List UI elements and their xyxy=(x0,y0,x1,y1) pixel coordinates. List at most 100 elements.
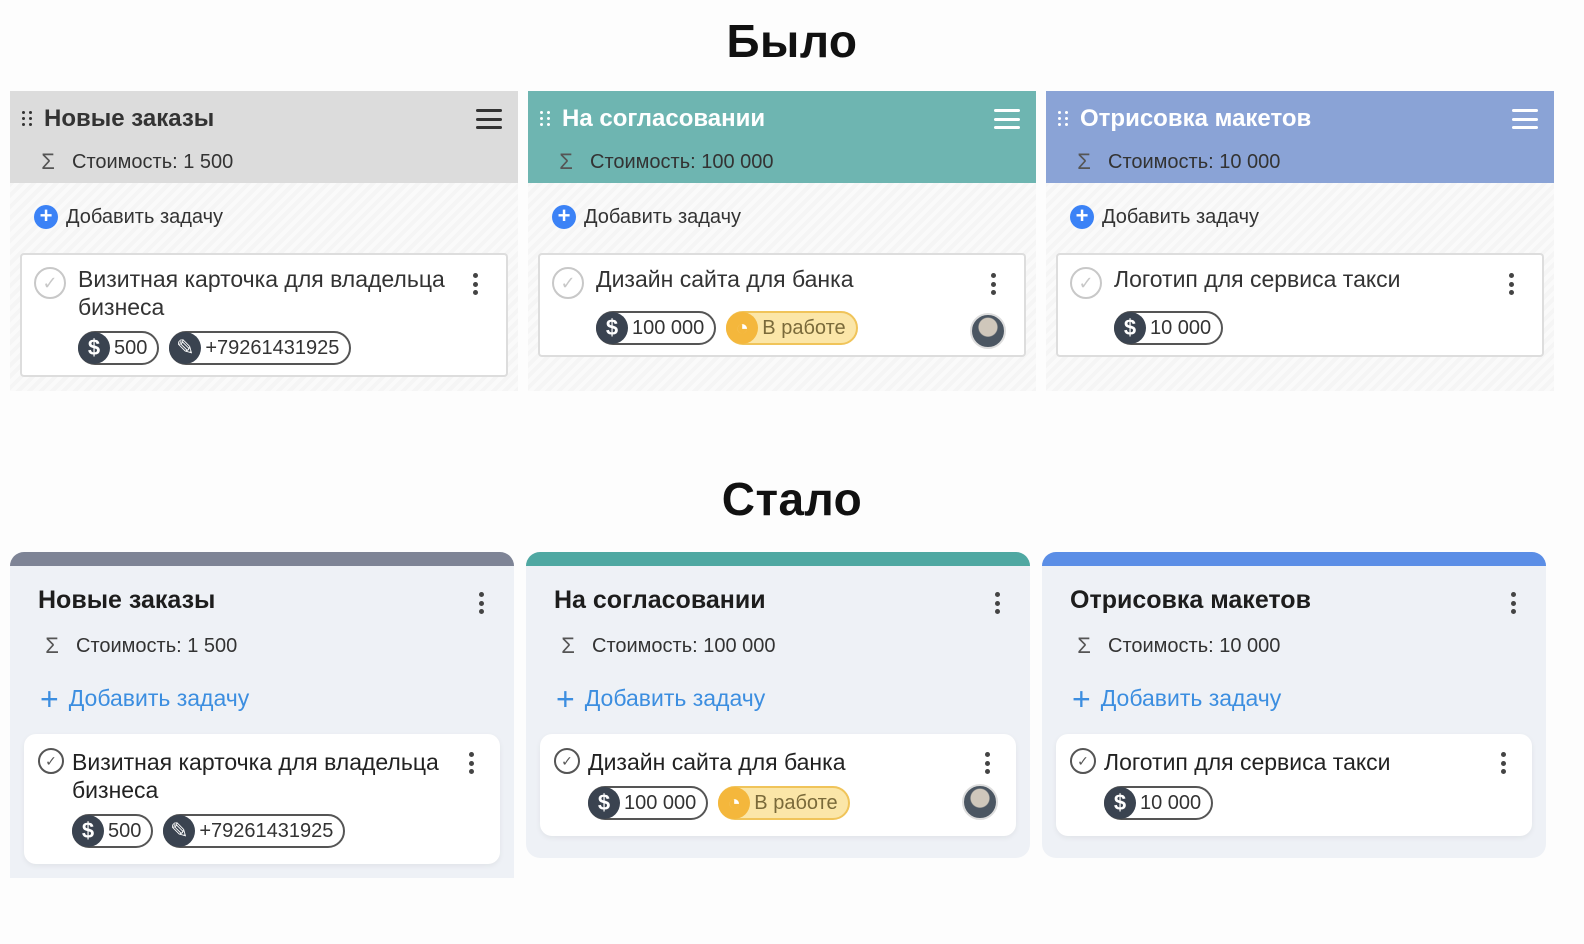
column-title[interactable]: Новые заказы xyxy=(38,586,488,615)
column-header[interactable]: На согласовании Σ Стоимость: 100 000 xyxy=(528,91,1036,183)
task-title: Логотип для сервиса такси xyxy=(1104,749,1391,775)
avatar[interactable] xyxy=(970,313,1006,349)
plus-icon: + xyxy=(34,205,58,229)
plus-icon: + xyxy=(1072,680,1091,717)
sigma-icon: Σ xyxy=(559,149,573,174)
avatar[interactable] xyxy=(962,784,998,820)
column-title[interactable]: На согласовании xyxy=(554,586,1004,615)
add-task-label: Добавить задачу xyxy=(68,685,250,711)
check-icon[interactable]: ✓ xyxy=(34,267,66,299)
plus-icon: + xyxy=(1070,205,1094,229)
sigma-icon: Σ xyxy=(45,633,59,658)
check-icon[interactable]: ✓ xyxy=(1070,748,1096,774)
column-sum: Стоимость: 100 000 xyxy=(592,634,776,657)
before-column-approval: На согласовании Σ Стоимость: 100 000 + До… xyxy=(528,91,1036,391)
dollar-icon: $ xyxy=(72,815,104,847)
price-value: 500 xyxy=(108,819,142,842)
check-icon[interactable]: ✓ xyxy=(1070,267,1102,299)
column-header[interactable]: Новые заказы Σ Стоимость: 1 500 xyxy=(10,91,518,183)
phone-pill[interactable]: ✎ +79261431925 xyxy=(169,331,352,365)
price-pill[interactable]: $10 000 xyxy=(1114,311,1224,345)
task-card[interactable]: ✓ Дизайн сайта для банка $100 000 ◔ В раб… xyxy=(538,253,1026,357)
status-pill[interactable]: ◔ В работе xyxy=(718,786,850,820)
check-icon[interactable]: ✓ xyxy=(552,267,584,299)
plus-icon: + xyxy=(556,680,575,717)
drag-handle-icon[interactable] xyxy=(1058,110,1072,128)
task-card[interactable]: ✓ Логотип для сервиса такси $10 000 xyxy=(1056,253,1544,357)
task-title: Визитная карточка для владельца бизнеса xyxy=(78,266,445,320)
column-sum: Стоимость: 100 000 xyxy=(590,150,774,173)
kebab-icon[interactable] xyxy=(472,273,478,295)
status-pill[interactable]: ◔ В работе xyxy=(726,311,858,345)
sigma-icon: Σ xyxy=(41,149,55,174)
add-task-button[interactable]: + Добавить задачу xyxy=(554,680,1004,717)
add-task-label: Добавить задачу xyxy=(1100,685,1282,711)
column-sum: Стоимость: 1 500 xyxy=(72,150,234,173)
pin-icon: ✎ xyxy=(163,815,196,847)
price-value: 10 000 xyxy=(1150,316,1212,339)
after-column-mockups: Отрисовка макетов Σ Стоимость: 10 000 + До… xyxy=(1042,552,1546,858)
check-icon[interactable]: ✓ xyxy=(554,748,580,774)
add-task-button[interactable]: + Добавить задачу xyxy=(1070,680,1520,717)
column-title: Отрисовка макетов xyxy=(1080,105,1312,132)
task-title: Визитная карточка для владельца бизнеса xyxy=(72,749,439,803)
add-task-button[interactable]: + Добавить задачу xyxy=(10,183,518,229)
task-title: Дизайн сайта для банка xyxy=(588,749,846,775)
pin-icon: ✎ xyxy=(169,332,202,364)
hamburger-icon[interactable] xyxy=(476,109,502,129)
before-column-new-orders: Новые заказы Σ Стоимость: 1 500 + Добавит… xyxy=(10,91,518,391)
after-heading: Стало xyxy=(721,473,863,525)
before-heading: Было xyxy=(726,15,858,67)
price-pill[interactable]: $500 xyxy=(72,814,154,848)
before-board: Новые заказы Σ Стоимость: 1 500 + Добавит… xyxy=(10,91,1574,391)
kebab-icon[interactable] xyxy=(478,592,484,614)
kebab-icon[interactable] xyxy=(468,752,474,774)
price-pill[interactable]: $500 xyxy=(78,331,160,365)
task-card[interactable]: ✓ Визитная карточка для владельца бизнес… xyxy=(20,253,508,377)
hamburger-icon[interactable] xyxy=(1512,109,1538,129)
add-task-button[interactable]: + Добавить задачу xyxy=(1046,183,1554,229)
price-pill[interactable]: $100 000 xyxy=(588,786,709,820)
column-title: На согласовании xyxy=(562,105,766,132)
dollar-icon: $ xyxy=(78,332,110,364)
kebab-icon[interactable] xyxy=(990,273,996,295)
dollar-icon: $ xyxy=(1104,787,1136,819)
check-icon[interactable]: ✓ xyxy=(38,748,64,774)
sigma-icon: Σ xyxy=(1077,633,1091,658)
drag-handle-icon[interactable] xyxy=(540,110,554,128)
price-value: 100 000 xyxy=(624,791,697,814)
before-column-mockups: Отрисовка макетов Σ Стоимость: 10 000 + Д… xyxy=(1046,91,1554,391)
column-accent-bar xyxy=(1042,552,1546,566)
kebab-icon[interactable] xyxy=(994,592,1000,614)
column-header[interactable]: Отрисовка макетов Σ Стоимость: 10 000 xyxy=(1046,91,1554,183)
column-title[interactable]: Отрисовка макетов xyxy=(1070,586,1520,615)
clock-icon: ◔ xyxy=(726,312,759,344)
add-task-button[interactable]: + Добавить задачу xyxy=(38,683,488,715)
price-value: 500 xyxy=(114,336,148,359)
price-pill[interactable]: $100 000 xyxy=(596,311,717,345)
column-accent-bar xyxy=(10,552,514,566)
kebab-icon[interactable] xyxy=(1508,273,1514,295)
add-task-button[interactable]: + Добавить задачу xyxy=(528,183,1036,229)
after-column-new-orders: Новые заказы Σ Стоимость: 1 500 + Добавить… xyxy=(10,552,514,878)
kebab-icon[interactable] xyxy=(1500,752,1506,774)
sigma-icon: Σ xyxy=(1077,149,1091,174)
column-sum: Стоимость: 10 000 xyxy=(1108,150,1281,173)
kebab-icon[interactable] xyxy=(984,752,990,774)
kebab-icon[interactable] xyxy=(1510,592,1516,614)
column-sum: Стоимость: 1 500 xyxy=(76,634,238,657)
dollar-icon: $ xyxy=(1114,312,1146,344)
task-card[interactable]: ✓ Визитная карточка для владельца бизнес… xyxy=(24,734,500,864)
task-card[interactable]: ✓ Дизайн сайта для банка $100 000 ◔ В раб… xyxy=(540,734,1016,836)
task-card[interactable]: ✓ Логотип для сервиса такси $10 000 xyxy=(1056,734,1532,836)
dollar-icon: $ xyxy=(596,312,628,344)
price-pill[interactable]: $10 000 xyxy=(1104,786,1214,820)
add-task-label: Добавить задачу xyxy=(584,205,742,228)
dollar-icon: $ xyxy=(588,787,620,819)
drag-handle-icon[interactable] xyxy=(22,110,36,128)
price-value: 100 000 xyxy=(632,316,705,339)
phone-pill[interactable]: ✎ +79261431925 xyxy=(163,814,346,848)
hamburger-icon[interactable] xyxy=(994,109,1020,129)
column-title: Новые заказы xyxy=(44,105,215,132)
plus-icon: + xyxy=(552,205,576,229)
